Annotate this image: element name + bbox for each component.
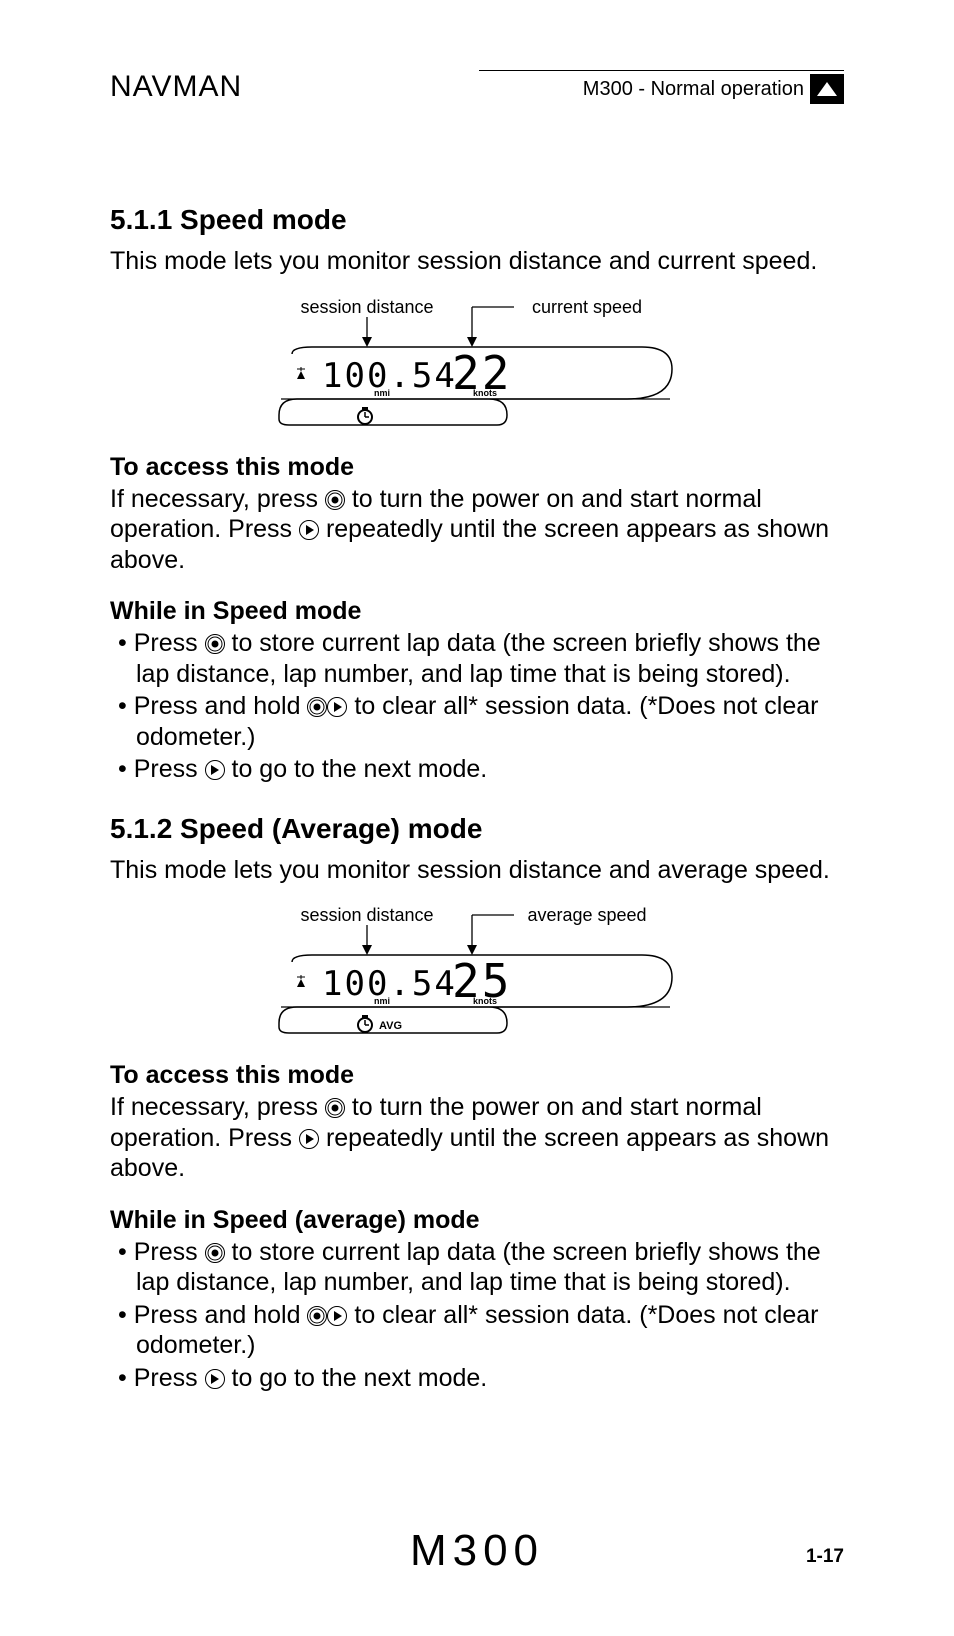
mode-button-icon <box>205 760 225 780</box>
access-heading-2: To access this mode <box>110 1061 844 1090</box>
access-text: If necessary, press to turn the power on… <box>110 484 844 576</box>
device-diagram-2: session distance average speed 100.54 nm… <box>110 907 844 1037</box>
display-speed-unit-2: knots <box>473 996 497 1006</box>
mode-button-icon <box>299 1129 319 1149</box>
display-distance-unit-2: nmi <box>374 996 390 1006</box>
mode-button-icon <box>205 1369 225 1389</box>
section-speed-mode: 5.1.1 Speed mode This mode lets you moni… <box>110 204 844 785</box>
section-speed-avg-mode: 5.1.2 Speed (Average) mode This mode let… <box>110 813 844 1394</box>
section-intro: This mode lets you monitor session dista… <box>110 246 844 277</box>
bullet-2b: Press and hold to clear all* session dat… <box>110 1300 844 1361</box>
page-footer: M300 1-17 <box>110 1526 844 1576</box>
bullet-list-2: Press to store current lap data (the scr… <box>110 1237 844 1394</box>
display-speed-unit: knots <box>473 388 497 398</box>
callout-average-speed: average speed <box>527 907 646 925</box>
header-subtitle: M300 - Normal operation <box>583 74 844 104</box>
mode-button-icon <box>327 697 347 717</box>
while-heading: While in Speed mode <box>110 597 844 626</box>
power-button-icon <box>325 1098 345 1118</box>
bullet-1: Press to store current lap data (the scr… <box>110 628 844 689</box>
bullet-3b: Press to go to the next mode. <box>110 1363 844 1394</box>
section-heading: 5.1.1 Speed mode <box>110 204 844 236</box>
power-button-icon <box>325 490 345 510</box>
bullet-3: Press to go to the next mode. <box>110 754 844 785</box>
power-button-icon <box>307 1306 327 1326</box>
power-button-icon <box>205 634 225 654</box>
callout-session-distance-2: session distance <box>300 907 433 925</box>
device-svg-1: session distance current speed 100.54 nm… <box>267 299 687 429</box>
page-header: NAVMAN M300 - Normal operation <box>110 70 844 104</box>
access-heading: To access this mode <box>110 453 844 482</box>
brand-text: NAVMAN <box>110 70 242 104</box>
header-divider <box>479 70 844 71</box>
callout-current-speed: current speed <box>532 299 642 317</box>
device-svg-2: session distance average speed 100.54 nm… <box>267 907 687 1037</box>
section-intro-2: This mode lets you monitor session dista… <box>110 855 844 886</box>
device-diagram-1: session distance current speed 100.54 nm… <box>110 299 844 429</box>
access-text-2: If necessary, press to turn the power on… <box>110 1092 844 1184</box>
header-right: M300 - Normal operation <box>479 96 844 104</box>
callout-session-distance: session distance <box>300 299 433 317</box>
mode-button-icon <box>299 520 319 540</box>
mode-button-icon <box>327 1306 347 1326</box>
avg-label: AVG <box>379 1020 402 1032</box>
section-heading-2: 5.1.2 Speed (Average) mode <box>110 813 844 845</box>
bullet-1b: Press to store current lap data (the scr… <box>110 1237 844 1298</box>
bullet-2: Press and hold to clear all* session dat… <box>110 691 844 752</box>
while-heading-2: While in Speed (average) mode <box>110 1206 844 1235</box>
footer-model: M300 <box>410 1526 544 1576</box>
power-button-icon <box>307 697 327 717</box>
display-distance-unit: nmi <box>374 388 390 398</box>
footer-page-number: 1-17 <box>806 1546 844 1568</box>
up-triangle-icon <box>810 74 844 104</box>
header-subtitle-text: M300 - Normal operation <box>583 78 804 101</box>
bullet-list-1: Press to store current lap data (the scr… <box>110 628 844 785</box>
power-button-icon <box>205 1243 225 1263</box>
